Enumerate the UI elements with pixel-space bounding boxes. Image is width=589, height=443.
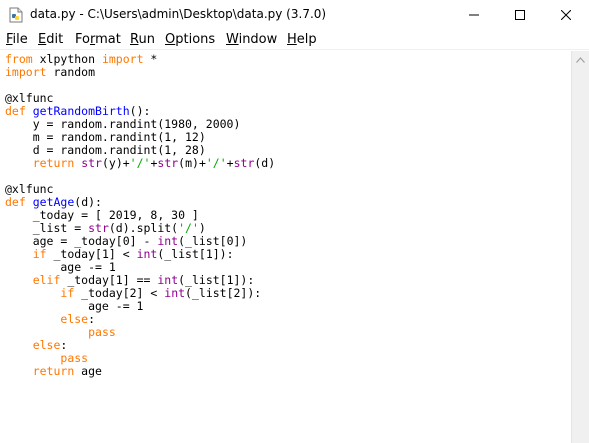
code-token: from bbox=[5, 52, 33, 66]
code-token: + bbox=[226, 156, 234, 170]
code-token: import bbox=[5, 65, 47, 79]
menu-bar: File Edit Format Run Options Window Help bbox=[0, 30, 589, 50]
code-token: age -= 1 bbox=[5, 299, 144, 313]
code-token: _today = [ 2019, 8, 30 ] bbox=[5, 208, 199, 222]
code-token: xlpython bbox=[32, 52, 102, 66]
vertical-scrollbar[interactable] bbox=[571, 51, 589, 443]
menu-run[interactable]: Run bbox=[130, 32, 155, 47]
menu-options[interactable]: Options bbox=[165, 32, 215, 47]
code-token: else bbox=[60, 312, 89, 326]
code-token: return bbox=[32, 156, 75, 170]
code-token: '/' bbox=[178, 221, 199, 235]
code-line[interactable]: return str(y)+'/'+str(m)+'/'+str(d) bbox=[5, 157, 275, 170]
code-token: import bbox=[101, 52, 144, 66]
code-token: getAge bbox=[32, 195, 75, 209]
code-token: if bbox=[32, 247, 47, 261]
code-token: ) bbox=[198, 221, 206, 235]
menu-file[interactable]: File bbox=[6, 32, 28, 47]
menu-edit[interactable]: Edit bbox=[38, 32, 63, 47]
code-token: (d): bbox=[74, 195, 102, 209]
close-button[interactable] bbox=[543, 0, 589, 30]
code-token: (_list[1]): bbox=[157, 247, 234, 261]
code-line[interactable]: import random bbox=[5, 66, 95, 79]
code-token: pass bbox=[88, 325, 116, 339]
code-token: elif bbox=[32, 273, 61, 287]
code-token: else bbox=[32, 338, 61, 352]
menu-window[interactable]: Window bbox=[226, 32, 277, 47]
code-token: int bbox=[164, 286, 186, 300]
code-token: _list = bbox=[5, 221, 89, 235]
chevron-up-icon bbox=[576, 56, 585, 63]
python-file-icon bbox=[8, 7, 24, 23]
code-token: pass bbox=[60, 351, 89, 365]
scroll-up-button[interactable] bbox=[572, 51, 589, 68]
code-token: _today[2] < bbox=[74, 286, 165, 300]
code-token: @xlfunc bbox=[5, 182, 54, 196]
code-token: str bbox=[81, 156, 102, 170]
code-editor[interactable]: from xlpython import * import random @xlfu… bbox=[0, 51, 571, 443]
minimize-button[interactable] bbox=[451, 0, 497, 30]
code-token: _today[1] < bbox=[46, 247, 137, 261]
maximize-icon bbox=[515, 10, 525, 20]
code-token: (_list[1]): bbox=[178, 273, 255, 287]
code-token: age = _today[0] - bbox=[5, 234, 158, 248]
code-line[interactable]: return age bbox=[5, 365, 102, 378]
code-token: random bbox=[46, 65, 96, 79]
code-token: : bbox=[60, 338, 68, 352]
code-token: @xlfunc bbox=[5, 91, 54, 105]
code-token: (_list[2]): bbox=[185, 286, 262, 300]
code-token: (d).split( bbox=[108, 221, 179, 235]
code-token: * bbox=[143, 52, 158, 66]
code-token: return bbox=[32, 364, 75, 378]
code-token: getRandomBirth bbox=[32, 104, 130, 118]
code-token: def bbox=[5, 104, 26, 118]
code-token: (m)+ bbox=[178, 156, 206, 170]
code-token: age -= 1 bbox=[5, 260, 116, 274]
menu-format[interactable]: Format bbox=[75, 32, 121, 47]
code-token: int bbox=[136, 247, 158, 261]
code-token: str bbox=[157, 156, 179, 170]
window-title: data.py - C:\Users\admin\Desktop\data.py… bbox=[30, 7, 327, 21]
code-token: m = random.randint(1, 12) bbox=[5, 130, 206, 144]
code-token: age bbox=[74, 364, 102, 378]
menu-help[interactable]: Help bbox=[287, 32, 317, 47]
code-token: (): bbox=[129, 104, 151, 118]
code-token: '/' bbox=[129, 156, 151, 170]
title-bar[interactable]: data.py - C:\Users\admin\Desktop\data.py… bbox=[0, 0, 589, 30]
close-icon bbox=[561, 10, 571, 20]
code-token: str bbox=[88, 221, 109, 235]
code-token: (d) bbox=[254, 156, 276, 170]
maximize-button[interactable] bbox=[497, 0, 543, 30]
code-token: (y)+ bbox=[101, 156, 130, 170]
minimize-icon bbox=[469, 14, 479, 16]
code-token: (_list[0]) bbox=[178, 234, 248, 248]
code-token: if bbox=[60, 286, 75, 300]
code-token: str bbox=[233, 156, 255, 170]
code-token: '/' bbox=[205, 156, 227, 170]
code-token: def bbox=[5, 195, 26, 209]
code-token: _today[1] == bbox=[60, 273, 158, 287]
code-token: int bbox=[157, 273, 179, 287]
code-token: d = random.randint(1, 28) bbox=[5, 143, 206, 157]
code-token: int bbox=[157, 234, 179, 248]
code-token: y = random.randint(1980, 2000) bbox=[5, 117, 241, 131]
code-token: : bbox=[88, 312, 96, 326]
